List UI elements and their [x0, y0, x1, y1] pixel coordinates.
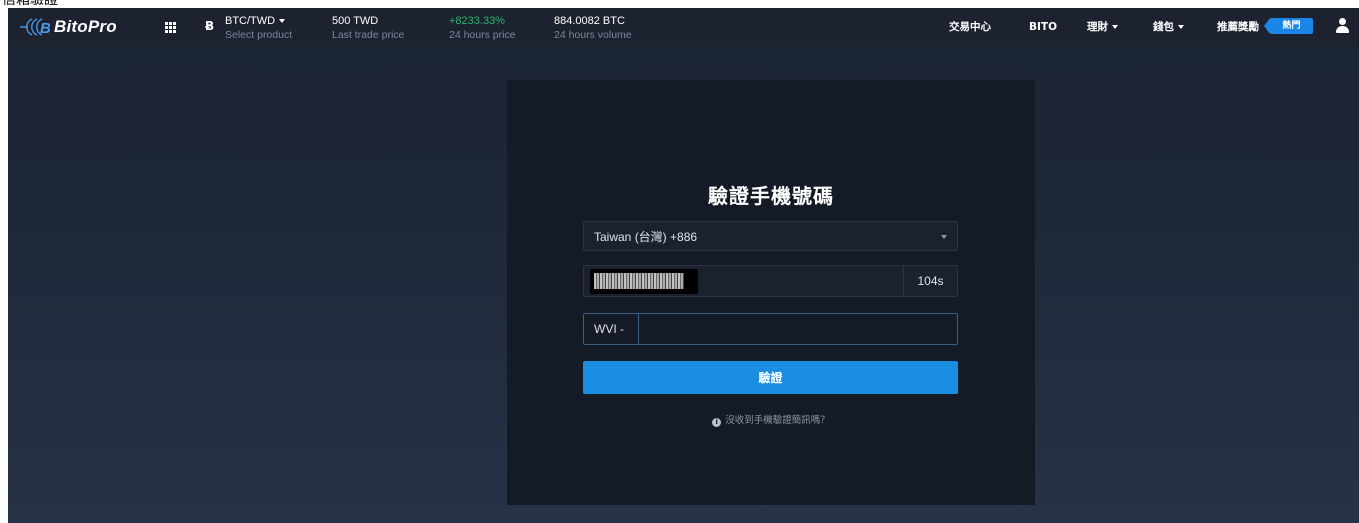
info-icon: i: [712, 418, 722, 427]
bitopro-logo-icon: B: [20, 18, 50, 37]
product-selector[interactable]: BTC/TWD Select product: [225, 15, 292, 42]
nav-finance-label: 理財: [1087, 21, 1108, 33]
chevron-down-icon: [1178, 25, 1184, 29]
volume-label: 24 hours volume: [554, 29, 632, 41]
volume-value: 884.0082 BTC: [554, 15, 625, 27]
nav-finance[interactable]: 理財: [1087, 20, 1118, 34]
product-label: Select product: [225, 29, 293, 41]
app-window: B BitoPro Ƀ BTC/TWD Select product 500 T…: [8, 8, 1359, 523]
country-code-select[interactable]: Taiwan (台灣) +886: [583, 221, 958, 251]
bitcoin-icon: Ƀ: [205, 19, 215, 33]
nav-bito[interactable]: BITO: [1029, 20, 1057, 34]
bitopro-logo[interactable]: B BitoPro: [18, 15, 117, 39]
top-navbar: B BitoPro Ƀ BTC/TWD Select product 500 T…: [8, 8, 1359, 46]
dropdown-arrow-icon: [941, 235, 947, 239]
logo-text: BitoPro: [54, 17, 117, 36]
redacted-phone-number: [590, 269, 698, 294]
no-sms-help-link[interactable]: i 沒收到手機驗證簡訊嗎？: [507, 414, 1035, 428]
verification-code-input[interactable]: [640, 314, 957, 344]
nav-referral[interactable]: 推薦獎勵: [1217, 20, 1259, 34]
change-label: 24 hours price: [449, 29, 516, 41]
chevron-down-icon: [279, 19, 286, 24]
country-select-value: Taiwan (台灣) +886: [594, 229, 698, 244]
code-prefix: WVI -: [584, 314, 639, 344]
page-caption: 信箱驗證: [2, 0, 58, 8]
last-price-label: Last trade price: [332, 29, 405, 41]
verify-button[interactable]: 驗證: [583, 361, 958, 394]
apps-grid-icon[interactable]: [165, 22, 178, 33]
nav-wallet-label: 錢包: [1153, 21, 1174, 33]
verification-code-field[interactable]: WVI -: [583, 313, 958, 345]
volume-24h: 884.0082 BTC 24 hours volume: [554, 15, 632, 42]
page-title: 驗證手機號碼: [708, 184, 834, 208]
svg-text:B: B: [40, 20, 50, 37]
verify-phone-card: 驗證手機號碼 Taiwan (台灣) +886 104s WVI - 驗證 i沒…: [507, 80, 1035, 505]
resend-countdown: 104s: [903, 266, 957, 296]
user-icon[interactable]: [1336, 18, 1349, 34]
last-trade-price: 500 TWD Last trade price: [332, 15, 404, 42]
price-change-24h: +8233.33% 24 hours price: [449, 15, 516, 42]
product-value: BTC/TWD: [225, 15, 276, 27]
chevron-down-icon: [1112, 25, 1118, 29]
last-price-value: 500 TWD: [332, 15, 379, 27]
phone-number-field[interactable]: 104s: [583, 265, 958, 297]
hot-badge: 熱門: [1264, 18, 1313, 34]
nav-exchange[interactable]: 交易中心: [949, 20, 991, 34]
help-text: 沒收到手機驗證簡訊嗎？: [725, 415, 830, 426]
change-value: +8233.33%: [449, 15, 505, 27]
nav-wallet[interactable]: 錢包: [1153, 20, 1184, 34]
